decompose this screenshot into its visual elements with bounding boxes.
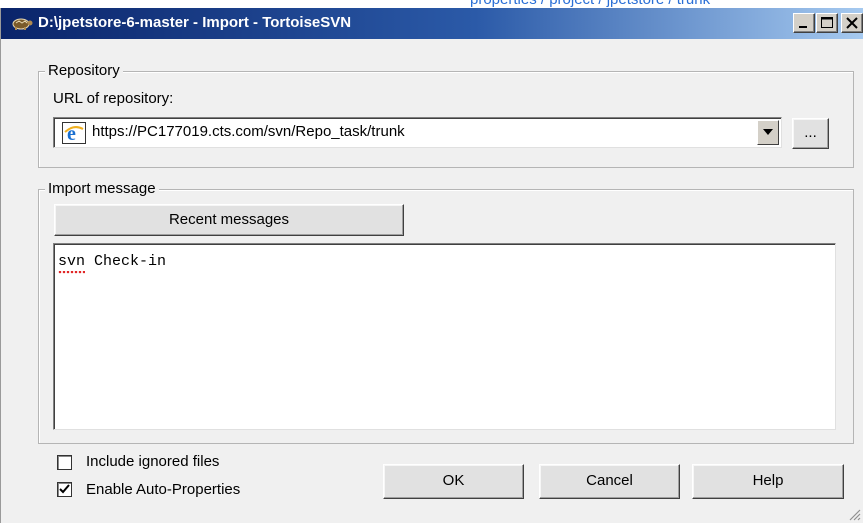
tortoisesvn-icon: [12, 18, 33, 30]
maximize-icon: [821, 17, 833, 28]
message-text[interactable]: svn Check-in: [58, 253, 166, 270]
cancel-label: Cancel: [586, 472, 633, 489]
url-label: URL of repository:: [53, 90, 174, 107]
auto-properties-label: Enable Auto-Properties: [86, 481, 241, 498]
maximize-button[interactable]: [816, 13, 838, 33]
import-dialog: D:\jpetstore-6-master - Import - Tortois…: [0, 8, 863, 523]
resize-grip-icon[interactable]: [847, 507, 861, 521]
url-combobox[interactable]: e https://PC177019.cts.com/svn/Repo_task…: [53, 117, 782, 148]
recent-messages-button[interactable]: Recent messages: [54, 204, 404, 236]
cancel-button[interactable]: Cancel: [539, 464, 680, 499]
close-button[interactable]: [841, 13, 863, 33]
minimize-icon: [799, 26, 807, 28]
browse-label: ...: [804, 124, 817, 141]
chevron-down-icon: [763, 129, 773, 135]
help-button[interactable]: Help: [692, 464, 844, 499]
title-bar[interactable]: D:\jpetstore-6-master - Import - Tortois…: [1, 8, 863, 39]
url-value[interactable]: https://PC177019.cts.com/svn/Repo_task/t…: [92, 123, 405, 140]
help-label: Help: [752, 472, 784, 489]
window-title: D:\jpetstore-6-master - Import - Tortois…: [38, 14, 352, 31]
repository-group-label: Repository: [45, 62, 123, 80]
include-ignored-label: Include ignored files: [86, 453, 220, 470]
url-dropdown-button[interactable]: [757, 120, 779, 145]
ok-button[interactable]: OK: [383, 464, 524, 499]
minimize-button[interactable]: [793, 13, 815, 33]
include-ignored-checkbox[interactable]: [57, 455, 72, 470]
ok-label: OK: [442, 472, 465, 489]
recent-messages-label: Recent messages: [168, 211, 290, 228]
message-textarea[interactable]: svn Check-in: [53, 243, 836, 430]
auto-properties-checkbox[interactable]: [57, 482, 72, 497]
browse-repository-button[interactable]: ...: [792, 118, 829, 149]
spellcheck-underline: [58, 271, 85, 274]
internet-explorer-icon: e: [62, 122, 86, 144]
import-message-group-label: Import message: [45, 180, 159, 198]
checkmark-icon: [59, 484, 70, 494]
close-icon: [846, 17, 858, 29]
